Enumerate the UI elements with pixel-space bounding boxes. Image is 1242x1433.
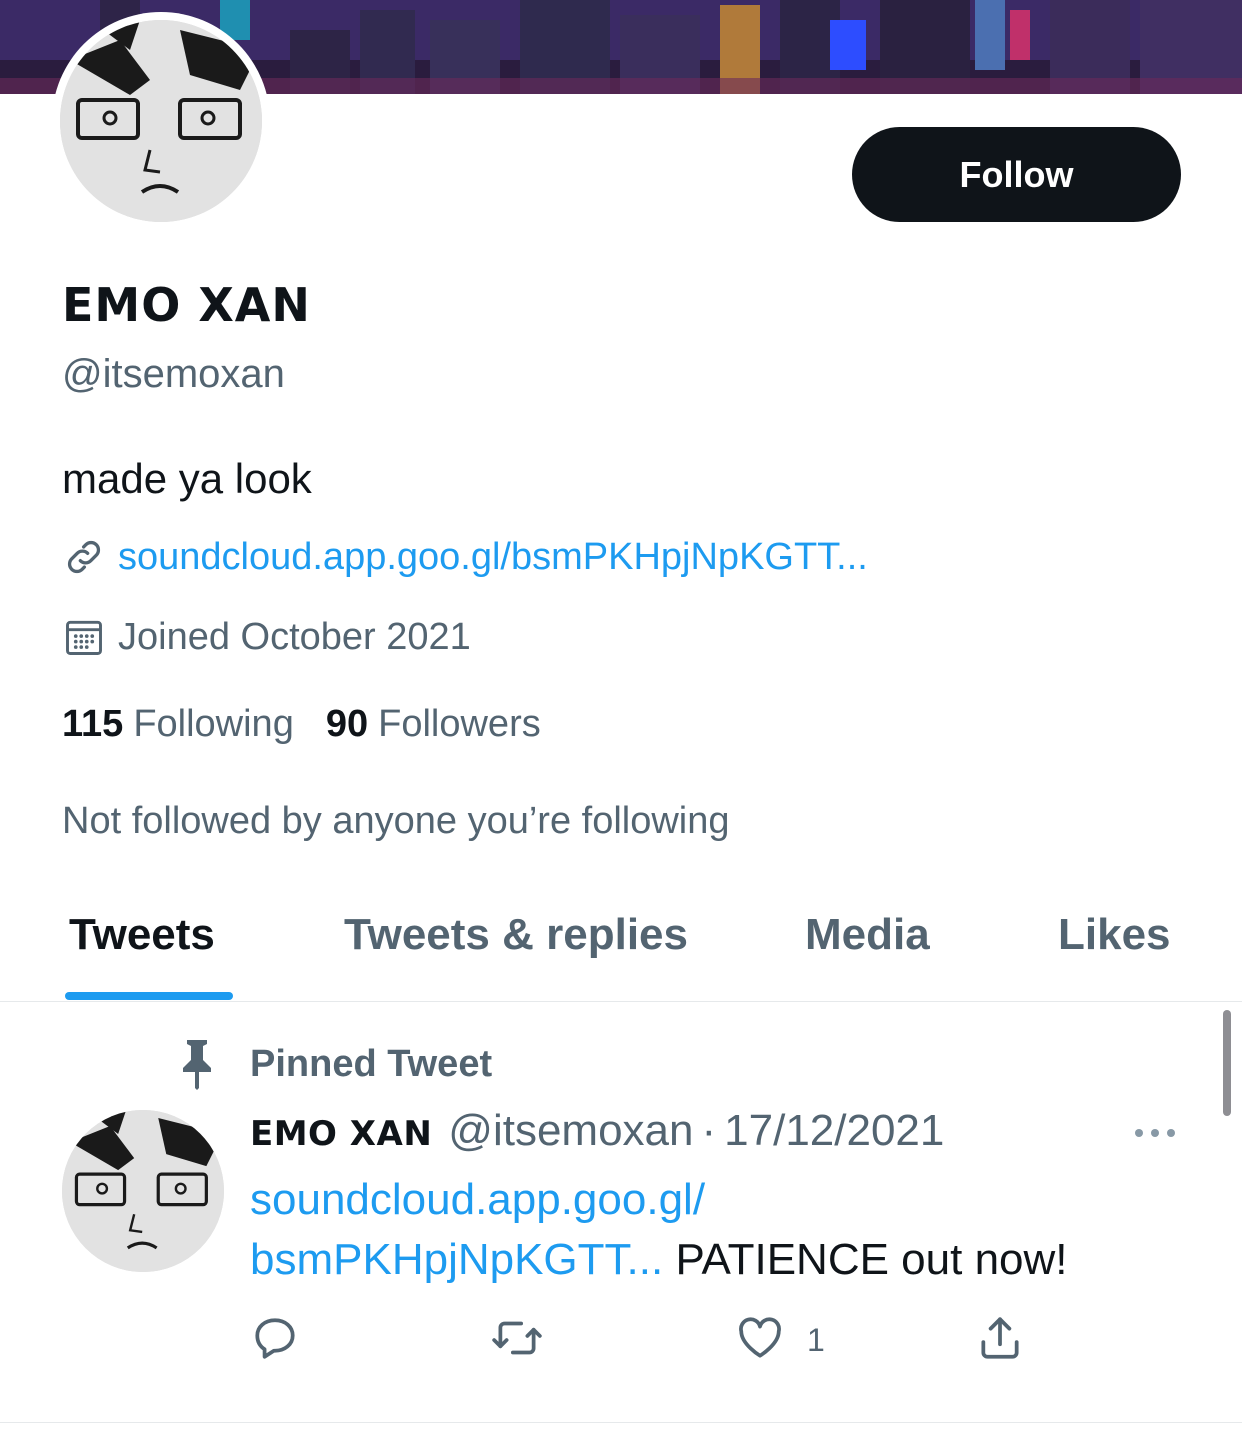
handle: @itsemoxan	[62, 352, 285, 396]
followers-link[interactable]: 90 Followers	[326, 703, 541, 746]
retweet-icon	[490, 1313, 544, 1368]
profile-avatar[interactable]	[52, 12, 270, 230]
profile-tabs: Tweets Tweets & replies Media Likes	[0, 880, 1242, 1002]
pinned-label-text: Pinned Tweet	[250, 1042, 493, 1085]
tweet-link-line1[interactable]: soundcloud.app.goo.gl/	[250, 1175, 705, 1224]
divider	[0, 1001, 1242, 1002]
more-icon[interactable]	[1130, 1118, 1180, 1148]
like-button[interactable]: 1	[735, 1310, 825, 1370]
tweet-author-avatar[interactable]	[62, 1110, 224, 1272]
tweet-date[interactable]: 17/12/2021	[724, 1106, 944, 1156]
calendar-icon	[62, 615, 106, 659]
display-name: EMO XAN	[62, 278, 311, 332]
tab-likes[interactable]: Likes	[1058, 910, 1171, 960]
heart-icon	[735, 1313, 785, 1368]
tweet-text: soundcloud.app.goo.gl/ bsmPKHpjNpKGTT...…	[250, 1170, 1210, 1290]
share-button[interactable]	[975, 1310, 1025, 1370]
profile-link-row: soundcloud.app.goo.gl/bsmPKHpjNpKGTT...	[62, 535, 868, 579]
mutual-followers-note: Not followed by anyone you’re following	[62, 800, 730, 842]
pin-icon	[172, 1038, 222, 1090]
followers-count: 90	[325, 703, 369, 745]
divider	[0, 1422, 1242, 1423]
reply-button[interactable]	[250, 1310, 300, 1370]
scrollbar[interactable]	[1223, 1010, 1231, 1116]
link-icon	[62, 535, 106, 579]
follow-stats: 115 Following 90 Followers	[62, 703, 541, 746]
tweet-text-rest: PATIENCE out now!	[663, 1235, 1068, 1284]
tab-tweets[interactable]: Tweets	[69, 910, 215, 960]
tab-tweets-replies[interactable]: Tweets & replies	[344, 910, 688, 960]
share-icon	[975, 1313, 1025, 1368]
following-label: Following	[133, 703, 294, 745]
avatar-image	[62, 1110, 224, 1272]
following-link[interactable]: 115 Following	[62, 703, 294, 746]
tweet-separator: ·	[701, 1106, 717, 1155]
pinned-tweet-label: Pinned Tweet	[172, 1038, 492, 1090]
profile-link[interactable]: soundcloud.app.goo.gl/bsmPKHpjNpKGTT...	[118, 536, 868, 579]
joined-date: Joined October 2021	[118, 615, 471, 658]
tweet-actions: 1	[0, 1310, 1242, 1370]
joined-row: Joined October 2021	[62, 615, 471, 659]
bio: made ya look	[62, 455, 312, 502]
followers-label: Followers	[378, 703, 541, 745]
profile-page: Follow EMO XAN @itsemoxan made ya look s…	[0, 0, 1242, 1433]
tab-media[interactable]: Media	[805, 910, 930, 960]
tweet-author-handle[interactable]: @itsemoxan	[448, 1106, 693, 1156]
like-count: 1	[807, 1321, 825, 1358]
tweet-header: EMO XAN @itsemoxan · 17/12/2021	[250, 1106, 944, 1156]
reply-icon	[250, 1313, 300, 1368]
tweet-link-line2[interactable]: bsmPKHpjNpKGTT...	[250, 1235, 663, 1284]
avatar-image	[60, 20, 262, 222]
active-tab-indicator	[65, 992, 233, 1000]
tweet-author-name[interactable]: EMO XAN	[250, 1114, 432, 1154]
following-count: 115	[62, 703, 124, 745]
follow-button[interactable]: Follow	[852, 127, 1181, 222]
retweet-button[interactable]	[490, 1310, 544, 1370]
